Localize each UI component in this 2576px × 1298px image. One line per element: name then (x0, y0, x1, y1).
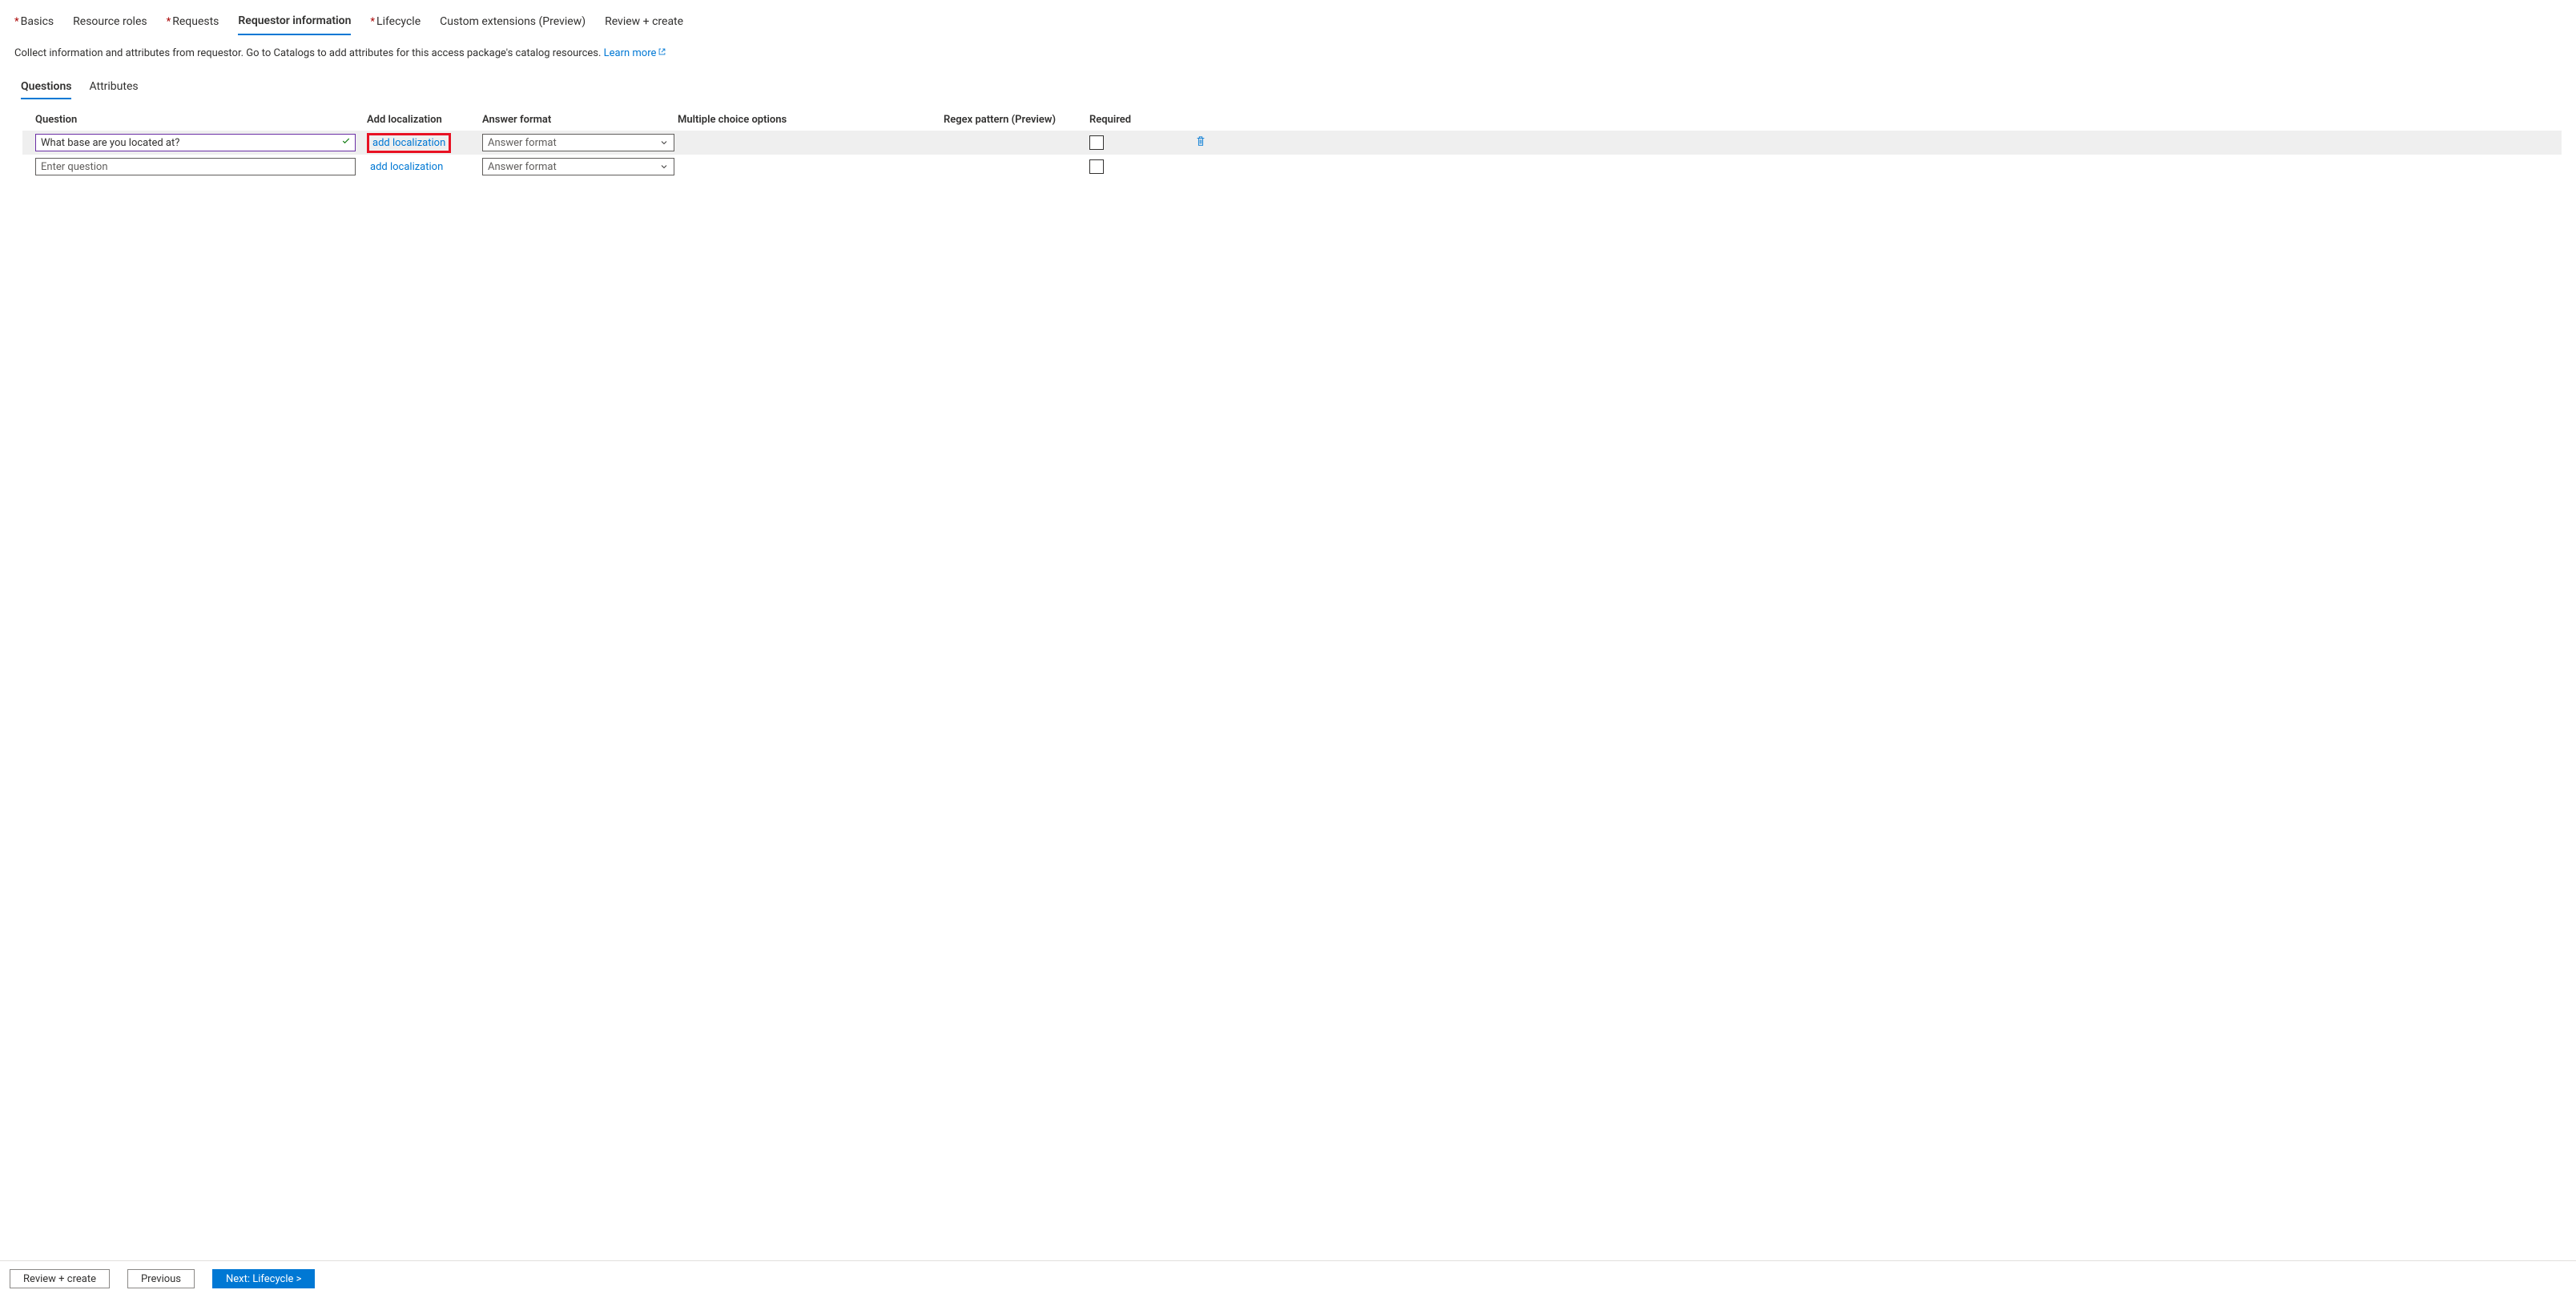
checkmark-icon (341, 136, 351, 149)
learn-more-link[interactable]: Learn more (604, 47, 667, 59)
description-text: Collect information and attributes from … (14, 47, 2562, 59)
col-multiple-choice: Multiple choice options (678, 114, 944, 126)
add-localization-link[interactable]: add localization (367, 159, 446, 175)
questions-header-row: Question Add localization Answer format … (22, 111, 2562, 131)
required-checkbox[interactable] (1089, 159, 1104, 174)
answer-format-select[interactable]: Answer format (482, 158, 674, 175)
question-row: add localization Answer format (22, 131, 2562, 155)
tab-custom-extensions[interactable]: Custom extensions (Preview) (440, 10, 586, 35)
col-add-localization: Add localization (367, 114, 482, 126)
tab-review-create[interactable]: Review + create (605, 10, 683, 35)
tab-basics[interactable]: *Basics (14, 10, 54, 35)
tab-requestor-information[interactable]: Requestor information (238, 10, 351, 35)
col-required: Required (1089, 114, 1193, 126)
col-regex: Regex pattern (Preview) (944, 114, 1089, 126)
answer-format-select[interactable]: Answer format (482, 134, 674, 151)
external-link-icon (658, 47, 666, 59)
col-question: Question (35, 114, 367, 126)
delete-row-button[interactable] (1193, 134, 1208, 151)
trash-icon (1195, 138, 1206, 150)
tab-resource-roles[interactable]: Resource roles (73, 10, 147, 35)
review-create-button[interactable]: Review + create (10, 1269, 110, 1288)
footer-bar: Review + create Previous Next: Lifecycle… (0, 1260, 2576, 1298)
tab-lifecycle[interactable]: *Lifecycle (370, 10, 421, 35)
sub-tabs: Questions Attributes (21, 77, 2562, 99)
add-localization-link[interactable]: add localization (367, 133, 451, 153)
required-checkbox[interactable] (1089, 135, 1104, 150)
previous-button[interactable]: Previous (127, 1269, 195, 1288)
subtab-questions[interactable]: Questions (21, 77, 71, 99)
subtab-attributes[interactable]: Attributes (89, 77, 138, 99)
chevron-down-icon (659, 162, 669, 171)
col-answer-format: Answer format (482, 114, 678, 126)
next-button[interactable]: Next: Lifecycle > (212, 1269, 315, 1288)
question-input[interactable] (35, 134, 356, 151)
question-input[interactable] (35, 158, 356, 175)
main-tabs: *Basics Resource roles *Requests Request… (14, 10, 2562, 36)
question-row: add localization Answer format (22, 155, 2562, 179)
chevron-down-icon (659, 138, 669, 147)
tab-requests[interactable]: *Requests (167, 10, 219, 35)
